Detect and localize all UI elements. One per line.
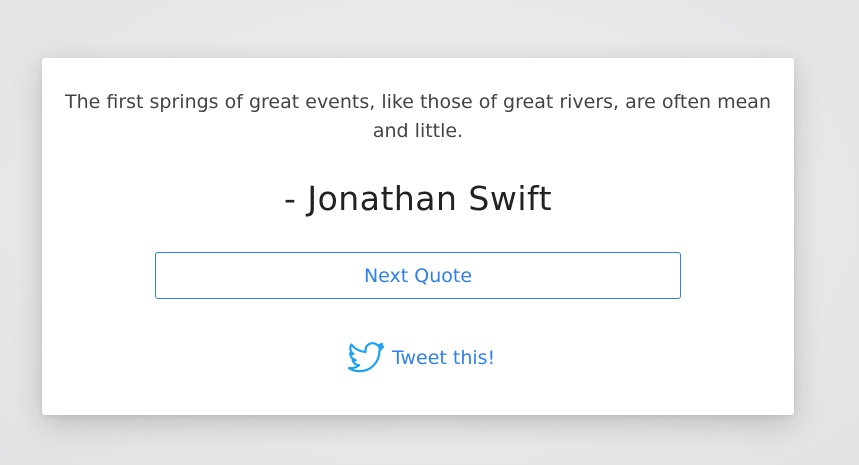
twitter-bird-icon — [347, 341, 386, 375]
quote-text: The first springs of great events, like … — [64, 91, 771, 142]
quote-author: - Jonathan Swift — [283, 179, 553, 218]
tweet-label: Tweet this! — [392, 347, 496, 369]
quote-card: The first springs of great events, like … — [42, 58, 794, 415]
next-quote-button[interactable]: Next Quote — [155, 252, 681, 299]
tweet-link[interactable]: Tweet this! — [347, 340, 496, 376]
